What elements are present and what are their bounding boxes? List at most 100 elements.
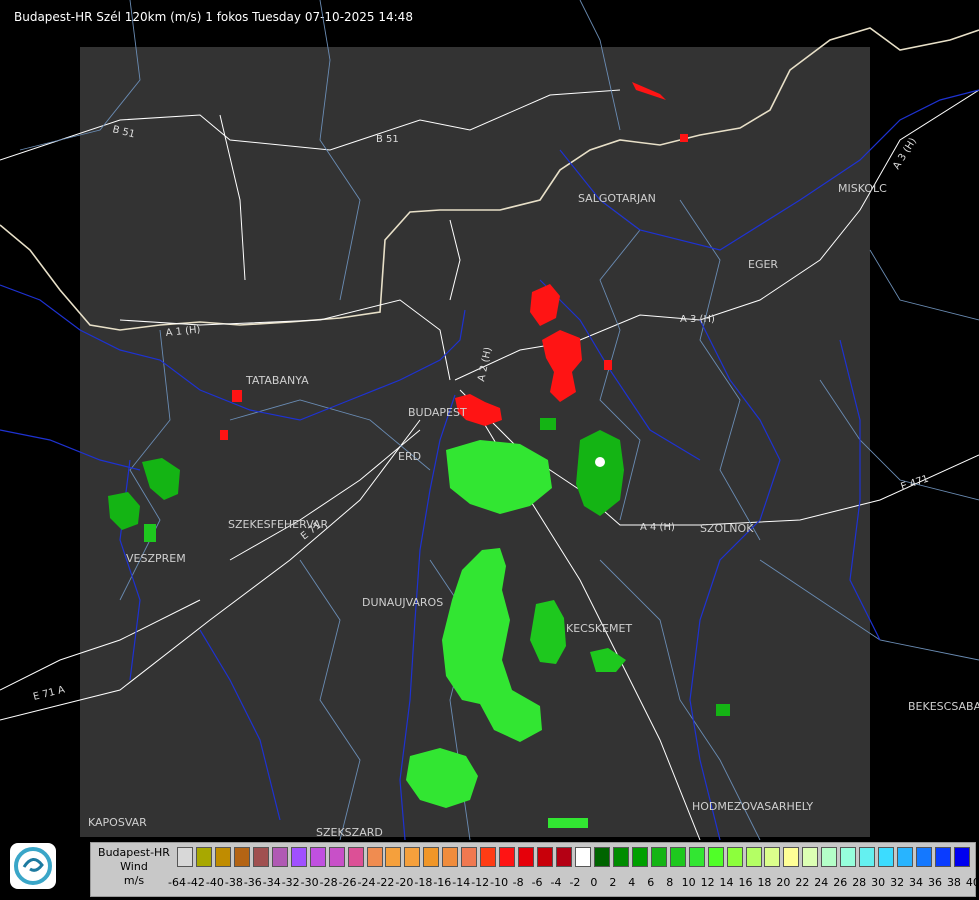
omsz-logo-icon [10, 843, 56, 889]
legend-title-unit: m/s [123, 874, 145, 887]
legend-tick-label: 36 [928, 876, 942, 889]
legend-swatch [669, 847, 686, 867]
legend-tick-label: -8 [512, 876, 524, 889]
legend-tick-label: 4 [628, 876, 636, 889]
color-legend: Budapest-HR Wind m/s -64 -42 -40 -38 -36 -34-… [90, 842, 979, 897]
legend-tick-label: 20 [776, 876, 791, 889]
legend-tick-label: -28 [319, 876, 338, 889]
legend-tick-label: 40 [965, 876, 979, 889]
legend-swatch [556, 847, 572, 867]
legend-tick-label: -6 [531, 876, 543, 889]
legend-swatch [953, 847, 970, 867]
legend-tick-label: 16 [738, 876, 753, 889]
road-label: B 51 [376, 134, 399, 145]
legend-swatch [631, 847, 648, 867]
legend-swatch [385, 847, 402, 867]
legend-swatch [935, 847, 951, 867]
legend-tick-label: 0 [590, 876, 598, 889]
city-label: BEKESCSABA [908, 700, 979, 713]
legend-swatch [195, 847, 212, 867]
legend-swatch [480, 847, 497, 867]
legend-tick-label: 2 [609, 876, 617, 889]
legend-swatch [688, 847, 705, 867]
legend-tick-label: 12 [700, 876, 715, 889]
legend-swatch [309, 847, 326, 867]
legend-tick-label: 14 [719, 876, 734, 889]
city-label: KECSKEMET [566, 622, 632, 635]
legend-swatch [726, 847, 743, 867]
legend-swatch [764, 847, 781, 867]
legend-swatch [423, 847, 440, 867]
road-label: A 3 (H) [680, 314, 715, 325]
legend-tick-label: -2 [569, 876, 581, 889]
radar-map: SALGOTARJAN MISKOLC EGER TATABANYA BUDAP… [0, 0, 979, 840]
city-label: KAPOSVAR [88, 816, 147, 829]
legend-tick-label: -36 [243, 876, 262, 889]
road-label: E 71 A [32, 684, 66, 703]
legend-tick-label: -18 [414, 876, 433, 889]
legend-swatch [897, 847, 914, 867]
legend-swatch [783, 847, 800, 867]
legend-tick-label: -22 [376, 876, 395, 889]
road-label: E 471 [900, 474, 931, 493]
legend-swatch [859, 847, 876, 867]
legend-swatch [177, 847, 193, 867]
legend-tick-label: 10 [681, 876, 696, 889]
legend-title-radar: Budapest-HR [98, 846, 170, 859]
legend-swatch [271, 847, 288, 867]
legend-swatch [574, 847, 591, 867]
legend-swatch [821, 847, 838, 867]
legend-swatch [461, 847, 478, 867]
legend-swatch [916, 847, 933, 867]
city-label: EGER [748, 258, 778, 271]
legend-swatch [537, 847, 554, 867]
legend-swatch [518, 847, 535, 867]
legend-swatch [650, 847, 667, 867]
legend-swatch [366, 847, 383, 867]
legend-swatch [802, 847, 819, 867]
legend-tick-label: 6 [647, 876, 655, 889]
legend-swatch [233, 847, 250, 867]
city-label: BUDAPEST [408, 406, 467, 419]
legend-title-quantity: Wind [120, 860, 148, 873]
city-label: SZOLNOK [700, 522, 754, 535]
legend-swatch [404, 847, 421, 867]
city-label: SALGOTARJAN [578, 192, 656, 205]
city-label: DUNAUJVAROS [362, 596, 443, 609]
legend-tick-label: -14 [452, 876, 471, 889]
legend-swatch [840, 847, 857, 867]
legend-tick-label: -24 [357, 876, 376, 889]
legend-swatch [442, 847, 459, 867]
legend-tick-label: -34 [262, 876, 281, 889]
legend-swatch [612, 847, 629, 867]
city-label: VESZPREM [126, 552, 186, 565]
legend-tick-label: -30 [300, 876, 319, 889]
legend-tick-label: 30 [871, 876, 886, 889]
city-label: HODMEZOVASARHELY [692, 800, 813, 813]
legend-swatch [214, 847, 231, 867]
legend-title: Budapest-HR Wind m/s [93, 846, 175, 888]
legend-tick-label: 22 [795, 876, 810, 889]
legend-swatch [878, 847, 895, 867]
legend-tick-label: -10 [490, 876, 509, 889]
legend-tick-label: -42 [186, 876, 205, 889]
legend-tick-label: -16 [433, 876, 452, 889]
legend-swatch [347, 847, 364, 867]
city-label: SZEKSZARD [316, 826, 383, 839]
legend-tick-label: 18 [757, 876, 772, 889]
legend-tick-label: 38 [946, 876, 961, 889]
legend-tick-label: 34 [909, 876, 924, 889]
legend-tick-label: -38 [224, 876, 243, 889]
legend-tick-label: 32 [890, 876, 905, 889]
legend-swatch [252, 847, 269, 867]
legend-tick-label: -64 [168, 876, 186, 889]
legend-swatch [745, 847, 762, 867]
legend-tick-label: -32 [281, 876, 300, 889]
legend-tick-label: -40 [205, 876, 224, 889]
legend-tick-label: -12 [471, 876, 490, 889]
road-label: A 3 (H) [891, 136, 919, 171]
city-label: MISKOLC [838, 182, 887, 195]
road-label: A 4 (H) [640, 522, 675, 533]
legend-tick-label: -26 [338, 876, 357, 889]
legend-tick-label: 24 [814, 876, 829, 889]
